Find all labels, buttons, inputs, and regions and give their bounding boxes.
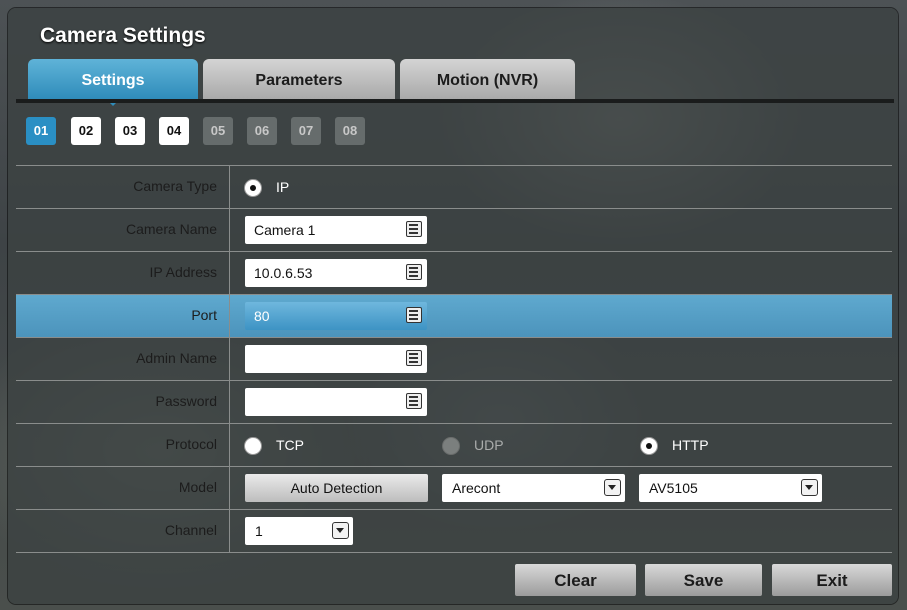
row-port: Port 80 — [16, 294, 892, 338]
channel-button-04[interactable]: 04 — [159, 117, 189, 145]
channel-button-02[interactable]: 02 — [71, 117, 101, 145]
footer-divider — [16, 552, 892, 553]
channel-button-03[interactable]: 03 — [115, 117, 145, 145]
column-divider — [229, 467, 230, 510]
password-label: Password — [155, 393, 217, 409]
channel-button-05: 05 — [203, 117, 233, 145]
model-brand-select[interactable]: Arecont — [442, 474, 625, 502]
tab-parameters[interactable]: Parameters — [203, 59, 395, 99]
tab-motion-nvr[interactable]: Motion (NVR) — [400, 59, 575, 99]
row-model: Model Auto Detection Arecont AV5105 — [16, 466, 892, 510]
clear-button[interactable]: Clear — [515, 564, 636, 596]
keyboard-icon[interactable] — [406, 221, 422, 237]
keyboard-icon[interactable] — [406, 350, 422, 366]
channel-select[interactable]: 1 — [245, 517, 353, 545]
row-ip-address: IP Address 10.0.6.53 — [16, 251, 892, 295]
protocol-http-radio[interactable] — [640, 437, 658, 455]
chevron-down-icon[interactable] — [332, 522, 349, 539]
protocol-tcp-radio[interactable] — [244, 437, 262, 455]
camera-type-ip-label: IP — [276, 179, 290, 195]
port-input[interactable]: 80 — [245, 302, 427, 330]
model-brand-value: Arecont — [452, 480, 501, 496]
ip-address-input[interactable]: 10.0.6.53 — [245, 259, 427, 287]
camera-name-label: Camera Name — [125, 221, 217, 237]
row-camera-type: Camera Type IP — [16, 165, 892, 209]
camera-name-input[interactable]: Camera 1 — [245, 216, 427, 244]
protocol-label: Protocol — [165, 436, 217, 452]
row-camera-name: Camera Name Camera 1 — [16, 208, 892, 252]
channel-label: Channel — [164, 522, 217, 538]
protocol-udp-label: UDP — [474, 437, 504, 453]
channel-button-07: 07 — [291, 117, 321, 145]
protocol-udp-radio — [442, 437, 460, 455]
camera-type-label: Camera Type — [133, 178, 217, 194]
chevron-down-icon[interactable] — [604, 479, 621, 496]
admin-name-label: Admin Name — [136, 350, 217, 366]
camera-type-ip-radio[interactable] — [244, 179, 262, 197]
channel-value: 1 — [255, 523, 263, 539]
model-name-value: AV5105 — [649, 480, 698, 496]
column-divider — [229, 295, 230, 338]
ip-address-value: 10.0.6.53 — [254, 265, 313, 281]
protocol-http-label: HTTP — [672, 437, 709, 453]
tab-settings[interactable]: Settings — [28, 59, 198, 99]
window-title: Camera Settings — [40, 24, 206, 47]
tab-divider — [16, 99, 894, 103]
model-label: Model — [178, 479, 217, 495]
chevron-down-icon[interactable] — [801, 479, 818, 496]
keyboard-icon[interactable] — [406, 393, 422, 409]
model-name-select[interactable]: AV5105 — [639, 474, 822, 502]
column-divider — [229, 381, 230, 424]
row-channel: Channel 1 — [16, 509, 892, 553]
password-input[interactable] — [245, 388, 427, 416]
column-divider — [229, 166, 230, 209]
column-divider — [229, 209, 230, 252]
save-button[interactable]: Save — [645, 564, 762, 596]
row-protocol: Protocol TCP UDP HTTP — [16, 423, 892, 467]
ip-address-label: IP Address — [149, 264, 217, 280]
keyboard-icon[interactable] — [406, 307, 422, 323]
camera-name-value: Camera 1 — [254, 222, 316, 238]
column-divider — [229, 510, 230, 553]
column-divider — [229, 252, 230, 295]
port-label: Port — [191, 307, 217, 323]
row-admin-name: Admin Name — [16, 337, 892, 381]
keyboard-icon[interactable] — [406, 264, 422, 280]
auto-detection-button[interactable]: Auto Detection — [245, 474, 428, 502]
port-value: 80 — [254, 308, 270, 324]
channel-button-06: 06 — [247, 117, 277, 145]
channel-button-01[interactable]: 01 — [26, 117, 56, 145]
column-divider — [229, 338, 230, 381]
row-password: Password — [16, 380, 892, 424]
protocol-tcp-label: TCP — [276, 437, 304, 453]
column-divider — [229, 424, 230, 467]
exit-button[interactable]: Exit — [772, 564, 892, 596]
channel-button-08: 08 — [335, 117, 365, 145]
admin-name-input[interactable] — [245, 345, 427, 373]
